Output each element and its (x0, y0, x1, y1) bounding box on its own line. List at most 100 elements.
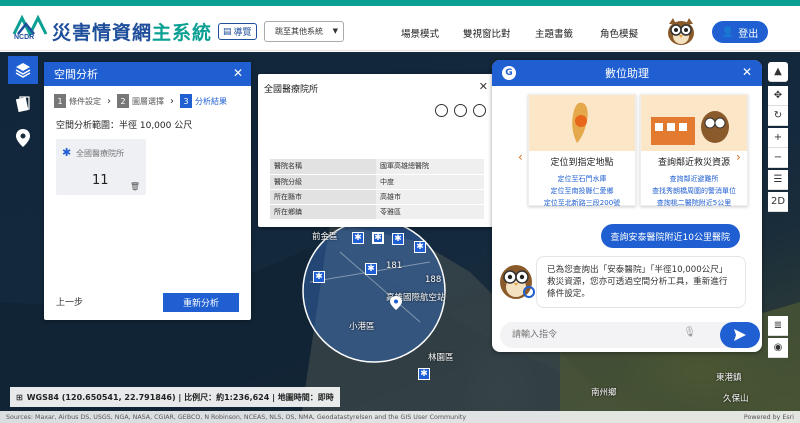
compass-icon: ▲ (774, 66, 782, 77)
zoom-to-icon[interactable] (454, 104, 467, 117)
chevron-left-icon[interactable]: ‹ (518, 150, 523, 164)
map-status-bar: ⊞ WGS84 (120.650541, 22.791846) | 比例尺：約1… (10, 387, 340, 407)
map-label: 前金區 (312, 232, 338, 242)
suggestion-link[interactable]: 查詢鄰近避難所 (641, 173, 747, 185)
hospital-marker[interactable]: ✱ (414, 241, 426, 253)
system-select[interactable]: 跳至其他系統 ▼ (264, 21, 344, 42)
table-value: 高雄市 (376, 189, 484, 205)
assistant-message: 已為您查詢出「安泰醫院」「半徑10,000公尺」救災資源，您亦可透過空間分析工具… (536, 256, 746, 308)
layers-icon: ≣ (773, 320, 783, 331)
hospital-icon: ✱ (62, 146, 72, 159)
suggestion-link[interactable]: 查詢桃二醫院附近5公里 (641, 197, 747, 209)
pan-icon: ✥ (773, 90, 783, 101)
panel-title: 空間分析 (54, 68, 98, 81)
chevron-right-icon: › (107, 95, 111, 107)
plus-icon: + (773, 132, 783, 143)
step-item[interactable]: 2 圖層選擇 (117, 94, 164, 108)
send-button[interactable] (720, 322, 760, 348)
list-icon: ☰ (773, 174, 783, 185)
zoom-out-button[interactable]: − (768, 148, 788, 168)
ncdr-logo[interactable]: NCDR (12, 14, 48, 44)
hospital-marker-selected[interactable]: ✱ (372, 232, 384, 244)
map-status-text: WGS84 (120.650541, 22.791846) | 比例尺：約1:2… (26, 392, 334, 402)
user-icon: 👤 (721, 26, 735, 38)
result-card[interactable]: ✱ 全國醫療院所 11 🗑 (56, 139, 146, 195)
table-key: 醫院分級 (270, 174, 376, 190)
view-2d-button[interactable]: 2D (768, 192, 788, 212)
delete-icon[interactable]: 🗑 (130, 182, 140, 191)
search-area-icon[interactable] (473, 104, 486, 117)
hospital-marker[interactable]: ✱ (365, 263, 377, 275)
owl-assistant-avatar (496, 258, 536, 302)
assistant-title: 數位助理 (605, 67, 649, 80)
pan-button[interactable]: ✥ (768, 86, 788, 106)
close-icon[interactable]: ✕ (233, 66, 243, 80)
visibility-button[interactable]: ◉ (768, 338, 788, 358)
chevron-right-icon[interactable]: › (736, 150, 741, 164)
logout-button[interactable]: 👤 登出 (712, 21, 768, 43)
table-key: 醫院名稱 (270, 159, 376, 175)
command-input[interactable] (500, 322, 650, 348)
microphone-icon[interactable]: 🎙 (683, 327, 696, 338)
hospital-marker[interactable]: ✱ (418, 368, 430, 380)
zoom-in-button[interactable]: + (768, 128, 788, 148)
suggestion-link[interactable]: 定位至石門水庫 (529, 173, 635, 185)
table-row: 所在鄉鎮 苓雅區 (270, 204, 484, 220)
chevron-right-icon: › (170, 95, 174, 107)
table-value: 苓雅區 (376, 204, 484, 220)
hospital-marker[interactable]: ✱ (392, 233, 404, 245)
location-pin-icon (390, 296, 402, 310)
view-2d-icon: 2D (770, 196, 786, 207)
suggestion-card[interactable]: 查詢鄰近救災資源 查詢鄰近避難所 查找秀朗橋周圍的警消單位 查詢桃二醫院附近5公… (640, 94, 748, 209)
step-item[interactable]: 1 條件設定 (54, 94, 101, 108)
hospital-marker[interactable]: ✱ (352, 232, 364, 244)
suggestion-link[interactable]: 定位至北新路三段200號 (529, 197, 635, 209)
suggestion-link[interactable]: 定位至南投縣仁愛鄉 (529, 185, 635, 197)
locate-icon[interactable] (435, 104, 448, 117)
guide-button[interactable]: ▤ 導覽 (218, 23, 257, 40)
card-links: 定位至石門水庫 定位至南投縣仁愛鄉 定位至北新路三段200號 (529, 173, 635, 209)
map-label: 小港區 (349, 322, 375, 332)
nav-theme-bookmarks[interactable]: 主題書籤 (535, 26, 573, 40)
nav-role-simulation[interactable]: 角色模擬 (600, 26, 638, 40)
suggestion-card[interactable]: 定位到指定地點 定位至石門水庫 定位至南投縣仁愛鄉 定位至北新路三段200號 (528, 94, 636, 209)
layers-toggle-button[interactable]: ≣ (768, 316, 788, 336)
panel-header: 空間分析 ✕ (44, 62, 251, 86)
card-title: 定位到指定地點 (550, 158, 614, 168)
nav-scene-mode[interactable]: 場景模式 (401, 26, 439, 40)
hospital-marker[interactable]: ✱ (313, 271, 325, 283)
send-icon (734, 329, 746, 341)
step-item-active[interactable]: 3 分析結果 (180, 94, 227, 108)
map-label: 久保山 (723, 394, 749, 404)
layers-button[interactable] (8, 56, 38, 84)
app-title: 災害情資網主系統 (52, 18, 212, 45)
table-key: 所在鄉鎮 (270, 204, 376, 220)
location-button[interactable] (8, 124, 38, 152)
suggestion-link[interactable]: 查找秀朗橋周圍的警消單位 (641, 185, 747, 197)
app-title-main: 災害情資網 (52, 22, 153, 44)
reanalyze-button[interactable]: 重新分析 (163, 293, 239, 312)
assistant-logo-icon: G (502, 66, 516, 80)
chevron-down-icon: ▼ (332, 27, 338, 35)
app-title-sub: 主系統 (152, 22, 213, 44)
notes-button[interactable] (8, 90, 38, 118)
header: NCDR 災害情資網主系統 ▤ 導覽 跳至其他系統 ▼ 場景模式 雙視窗比對 主… (0, 6, 800, 51)
table-row: 醫院分級 中度 (270, 174, 484, 190)
table-row: 所在縣市 高雄市 (270, 189, 484, 205)
step-indicator: 1 條件設定 › 2 圖層選擇 › 3 分析結果 (44, 86, 251, 114)
compass-button[interactable]: ▲ (768, 62, 788, 82)
result-name: 全國醫療院所 (76, 149, 124, 158)
refresh-button[interactable]: ↻ (768, 106, 788, 126)
close-icon[interactable]: ✕ (479, 80, 488, 93)
list-button[interactable]: ☰ (768, 170, 788, 190)
coordinate-system-icon: ⊞ (16, 392, 23, 402)
nav-dual-window[interactable]: 雙視窗比對 (463, 26, 511, 40)
close-icon[interactable]: ✕ (742, 65, 752, 79)
logo-icon (12, 14, 48, 38)
spatial-analysis-panel: 空間分析 ✕ 1 條件設定 › 2 圖層選擇 › 3 分析結果 空間分析範圍：半徑 1… (44, 62, 251, 320)
result-count: 11 (92, 173, 109, 188)
layers-icon (15, 63, 31, 78)
powered-by-text[interactable]: Powered by Esri (744, 414, 794, 421)
back-button[interactable]: 上一步 (56, 295, 83, 308)
hospital-panel-title: 全國醫療院所 (264, 85, 319, 95)
